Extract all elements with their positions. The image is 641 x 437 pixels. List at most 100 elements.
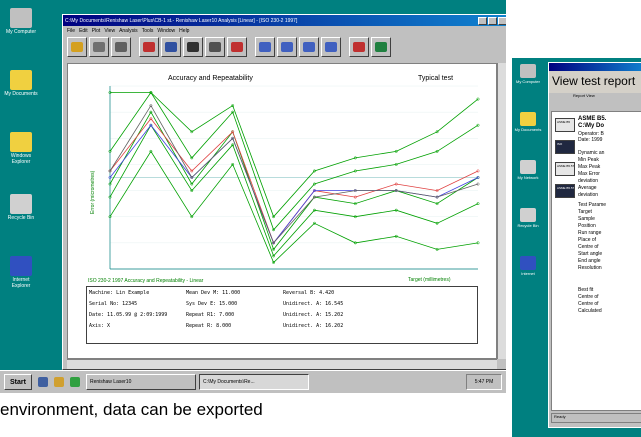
desktop-icon-label: Internet <box>521 271 535 276</box>
report-window: View test report Report View ASME B5. C:\… <box>548 62 641 428</box>
minimize-button[interactable] <box>478 16 487 25</box>
open-button[interactable] <box>67 37 87 57</box>
stats-cell: Axis: X <box>89 322 111 329</box>
taskbar-task-button[interactable]: Renishaw Laser10 <box>85 374 196 390</box>
print-preview-button[interactable] <box>111 37 131 57</box>
quicklaunch-icon[interactable] <box>69 377 80 387</box>
caption-text: environment, data can be exported <box>0 400 263 419</box>
status-bar: Ready <box>551 413 641 423</box>
menu-item-edit[interactable]: Edit <box>79 28 88 34</box>
exit-icon <box>375 42 387 52</box>
thumbnail-label: ASME B5 <box>557 120 571 124</box>
stats-cell: Serial No: 12345 <box>89 300 138 307</box>
window-titlebar[interactable]: C:\My Documents\Renishaw Laser\Plus\CB-1… <box>63 15 506 26</box>
report-meta-line: Date: 1999 <box>578 137 603 143</box>
print-preview-icon <box>115 42 127 52</box>
graph-icon <box>143 42 155 52</box>
desktop-icon[interactable]: Recycle Bin <box>4 194 38 221</box>
report-section-heading: Dynamic an <box>578 150 605 156</box>
report-title: ASME B5. <box>578 116 607 122</box>
stats-cell: Machine: Lin Example <box>89 289 150 296</box>
desktop-icon-label: My Computer <box>5 29 36 35</box>
screenshot-analysis-software: My Computer My Documents Windows Explorer R… <box>0 0 506 393</box>
menu-item-help[interactable]: Help <box>179 28 189 34</box>
report-thumbnail-icon[interactable]: ASME B5.57 <box>555 162 575 176</box>
zoom-in-button[interactable] <box>277 37 297 57</box>
desktop-icon[interactable]: Windows Explorer <box>4 132 38 165</box>
settings-button[interactable] <box>349 37 369 57</box>
desktop-icon[interactable]: Recycle Bin <box>514 208 542 229</box>
stats-cell: Repeat R1: 7.000 <box>186 311 235 318</box>
desktop-icon[interactable]: My Computer <box>514 64 542 85</box>
tab-report-view[interactable]: Report View <box>573 93 595 103</box>
axis-button[interactable] <box>227 37 247 57</box>
desktop-icon[interactable]: My Documents <box>514 112 542 133</box>
zoom-out-button[interactable] <box>299 37 319 57</box>
desktop-icon[interactable]: My Documents <box>4 70 38 97</box>
stats-cell: Date: 11.05.99 @ 2:09:1999 <box>89 311 168 318</box>
desktop-glyph-icon <box>520 112 536 126</box>
series-line <box>109 118 479 244</box>
exit-button[interactable] <box>371 37 391 57</box>
tab-strip: Report View <box>549 93 641 103</box>
desktop-icon-label: My Documents <box>4 91 38 97</box>
menu-item-view[interactable]: View <box>104 28 115 34</box>
zoom-box-button[interactable] <box>255 37 275 57</box>
window-title: C:\My Documents\Renishaw Laser\Plus\CB-1… <box>65 17 298 24</box>
stats-cell: Unidirect. A: 16.545 <box>283 300 344 307</box>
screenshot-report-view: My Computer My Documents My Network Recycle… <box>512 58 641 437</box>
desktop-glyph-icon <box>520 160 536 174</box>
desktop-icon[interactable]: Internet Explorer <box>4 256 38 289</box>
report-field: Centre of <box>578 294 599 300</box>
zoom-box-icon <box>259 42 271 52</box>
stats-cell: Unidirect. A: 15.202 <box>283 311 344 318</box>
report-thumbnail-icon[interactable]: ISO <box>555 140 575 154</box>
desktop-icon[interactable]: My Network <box>514 160 542 181</box>
menu-bar: File Edit Plot View Analysis Tools Window Help <box>63 26 506 35</box>
report-field: Average <box>578 185 597 191</box>
report-thumbnail-icon[interactable]: ASME B5.57 <box>555 184 575 198</box>
zoom-in-icon <box>281 42 293 52</box>
report-button[interactable] <box>161 37 181 57</box>
menu-item-file[interactable]: File <box>67 28 75 34</box>
desktop-icon-label: My Documents <box>514 127 542 132</box>
quicklaunch-icon[interactable] <box>53 377 64 387</box>
report-field: deviation <box>578 178 599 184</box>
zoom-reset-button[interactable] <box>321 37 341 57</box>
thumbnail-label: ISO <box>557 142 563 146</box>
stats-table: Machine: Lin Example Mean Dev M: 11.000 Re… <box>86 286 478 344</box>
report-field: Centre of <box>578 301 599 307</box>
analysis-window: C:\My Documents\Renishaw Laser\Plus\CB-1… <box>62 14 506 370</box>
window-titlebar[interactable] <box>549 63 641 71</box>
close-button[interactable] <box>498 16 506 25</box>
menu-item-plot[interactable]: Plot <box>92 28 101 34</box>
chart-title: Accuracy and Repeatability <box>168 75 253 82</box>
menu-item-tools[interactable]: Tools <box>142 28 154 34</box>
chart-ylabel: Error (micrometres) <box>90 170 96 214</box>
desktop-icon-label: My Computer <box>515 79 540 84</box>
menu-item-window[interactable]: Window <box>157 28 175 34</box>
print-button[interactable] <box>89 37 109 57</box>
menu-item-analysis[interactable]: Analysis <box>119 28 138 34</box>
accuracy-chart: Accuracy and Repeatability Typical test … <box>88 75 480 284</box>
report-thumbnail-icon[interactable]: ASME B5 <box>555 118 575 132</box>
taskbar-task-button[interactable]: C:\My Documents\Re... <box>198 374 309 390</box>
report-field: Resolution <box>578 265 602 271</box>
graph-button[interactable] <box>139 37 159 57</box>
stats-row: Date: 11.05.99 @ 2:09:1999 Repeat R1: 7.0… <box>87 309 477 320</box>
maximize-button[interactable] <box>488 16 497 25</box>
vertical-scrollbar[interactable] <box>497 63 506 359</box>
scale-button[interactable] <box>205 37 225 57</box>
report-icon <box>165 42 177 52</box>
desktop-icon[interactable]: Internet <box>514 256 542 277</box>
open-icon <box>71 42 83 52</box>
stats-cell: Repeat R: 8.000 <box>186 322 232 329</box>
desktop-glyph-icon <box>520 208 536 222</box>
start-button[interactable]: Start <box>4 374 32 390</box>
desktop-icon-label: Recycle Bin <box>7 215 35 221</box>
system-tray-clock[interactable]: 5:47 PM <box>466 374 502 390</box>
quicklaunch-icon[interactable] <box>37 377 48 387</box>
desktop-icon[interactable]: My Computer <box>4 8 38 35</box>
cursor-button[interactable] <box>183 37 203 57</box>
horizontal-scrollbar[interactable] <box>67 359 497 369</box>
